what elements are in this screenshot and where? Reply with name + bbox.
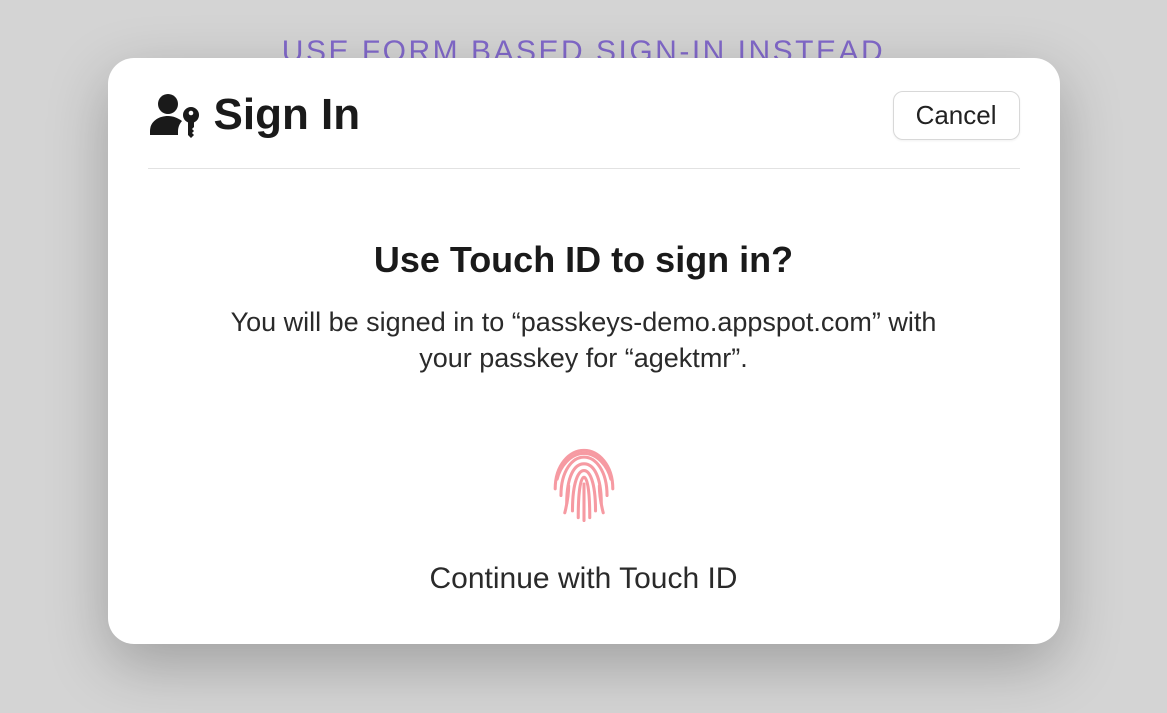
title-wrap: Sign In [148, 90, 361, 140]
cancel-button[interactable]: Cancel [893, 91, 1020, 140]
passkey-icon [148, 91, 204, 139]
dialog-header: Sign In Cancel [148, 90, 1020, 169]
signin-dialog: Sign In Cancel Use Touch ID to sign in? … [108, 58, 1060, 644]
dialog-title: Sign In [214, 90, 361, 140]
fingerprint-icon[interactable] [534, 434, 634, 534]
touchid-prompt-heading: Use Touch ID to sign in? [148, 239, 1020, 281]
touchid-prompt-description: You will be signed in to “passkeys-demo.… [214, 305, 954, 376]
dialog-body: Use Touch ID to sign in? You will be sig… [148, 239, 1020, 596]
continue-touchid-label: Continue with Touch ID [148, 562, 1020, 596]
